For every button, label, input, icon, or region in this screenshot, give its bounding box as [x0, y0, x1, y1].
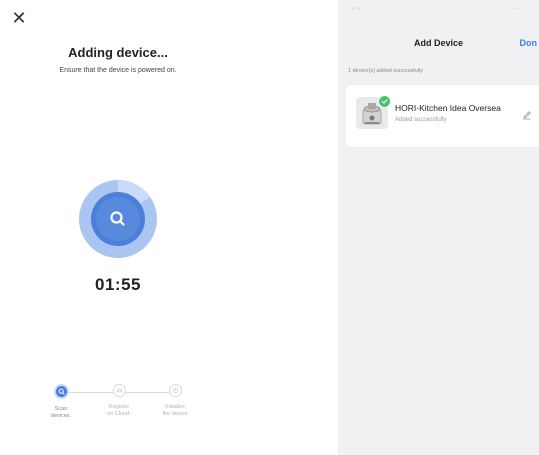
close-icon[interactable]: ✕ — [11, 8, 26, 28]
device-status: Added successfully — [395, 117, 447, 123]
nav-title: Add Device — [413, 38, 464, 48]
page-subtitle: Ensure that the device is powered on. — [59, 67, 177, 74]
device-name: HORI-Kitchen Idea Oversea — [395, 103, 501, 113]
status-time: ● ● — [352, 6, 361, 12]
edit-icon[interactable] — [522, 107, 532, 120]
scan-ring — [79, 180, 157, 258]
search-icon — [53, 384, 69, 399]
cloud-icon — [112, 384, 126, 397]
status-icons: ▪ ▪ ▪ — [508, 6, 518, 12]
step-register-cloud: Register on Cloud. — [94, 384, 144, 418]
step-label: Initialize the device — [162, 404, 188, 417]
countdown-timer: 01:55 — [95, 275, 141, 294]
device-card[interactable]: HORI-Kitchen Idea Oversea Added successf… — [346, 85, 539, 147]
step-label: Register on Cloud. — [107, 404, 131, 417]
device-icon — [168, 384, 182, 397]
add-device-result-screen: ● ● ▪ ▪ ▪ Add Device Don 1 device(s) add… — [338, 0, 539, 455]
status-bar: ● ● ▪ ▪ ▪ — [338, 0, 539, 20]
step-label: Scan devices. — [50, 406, 72, 419]
page-title: Adding device... — [68, 45, 168, 60]
success-check-icon — [378, 95, 391, 108]
scan-progress-indicator — [79, 180, 157, 258]
adding-device-screen: ✕ Adding device... Ensure that the devic… — [0, 0, 338, 455]
step-initialize-device: Initialize the device — [150, 384, 200, 418]
step-scan-devices: Scan devices. — [36, 384, 86, 420]
added-count-text: 1 device(s) added successfully — [348, 68, 423, 74]
done-button[interactable]: Don — [520, 38, 538, 48]
close-button[interactable]: ✕ — [9, 8, 29, 28]
